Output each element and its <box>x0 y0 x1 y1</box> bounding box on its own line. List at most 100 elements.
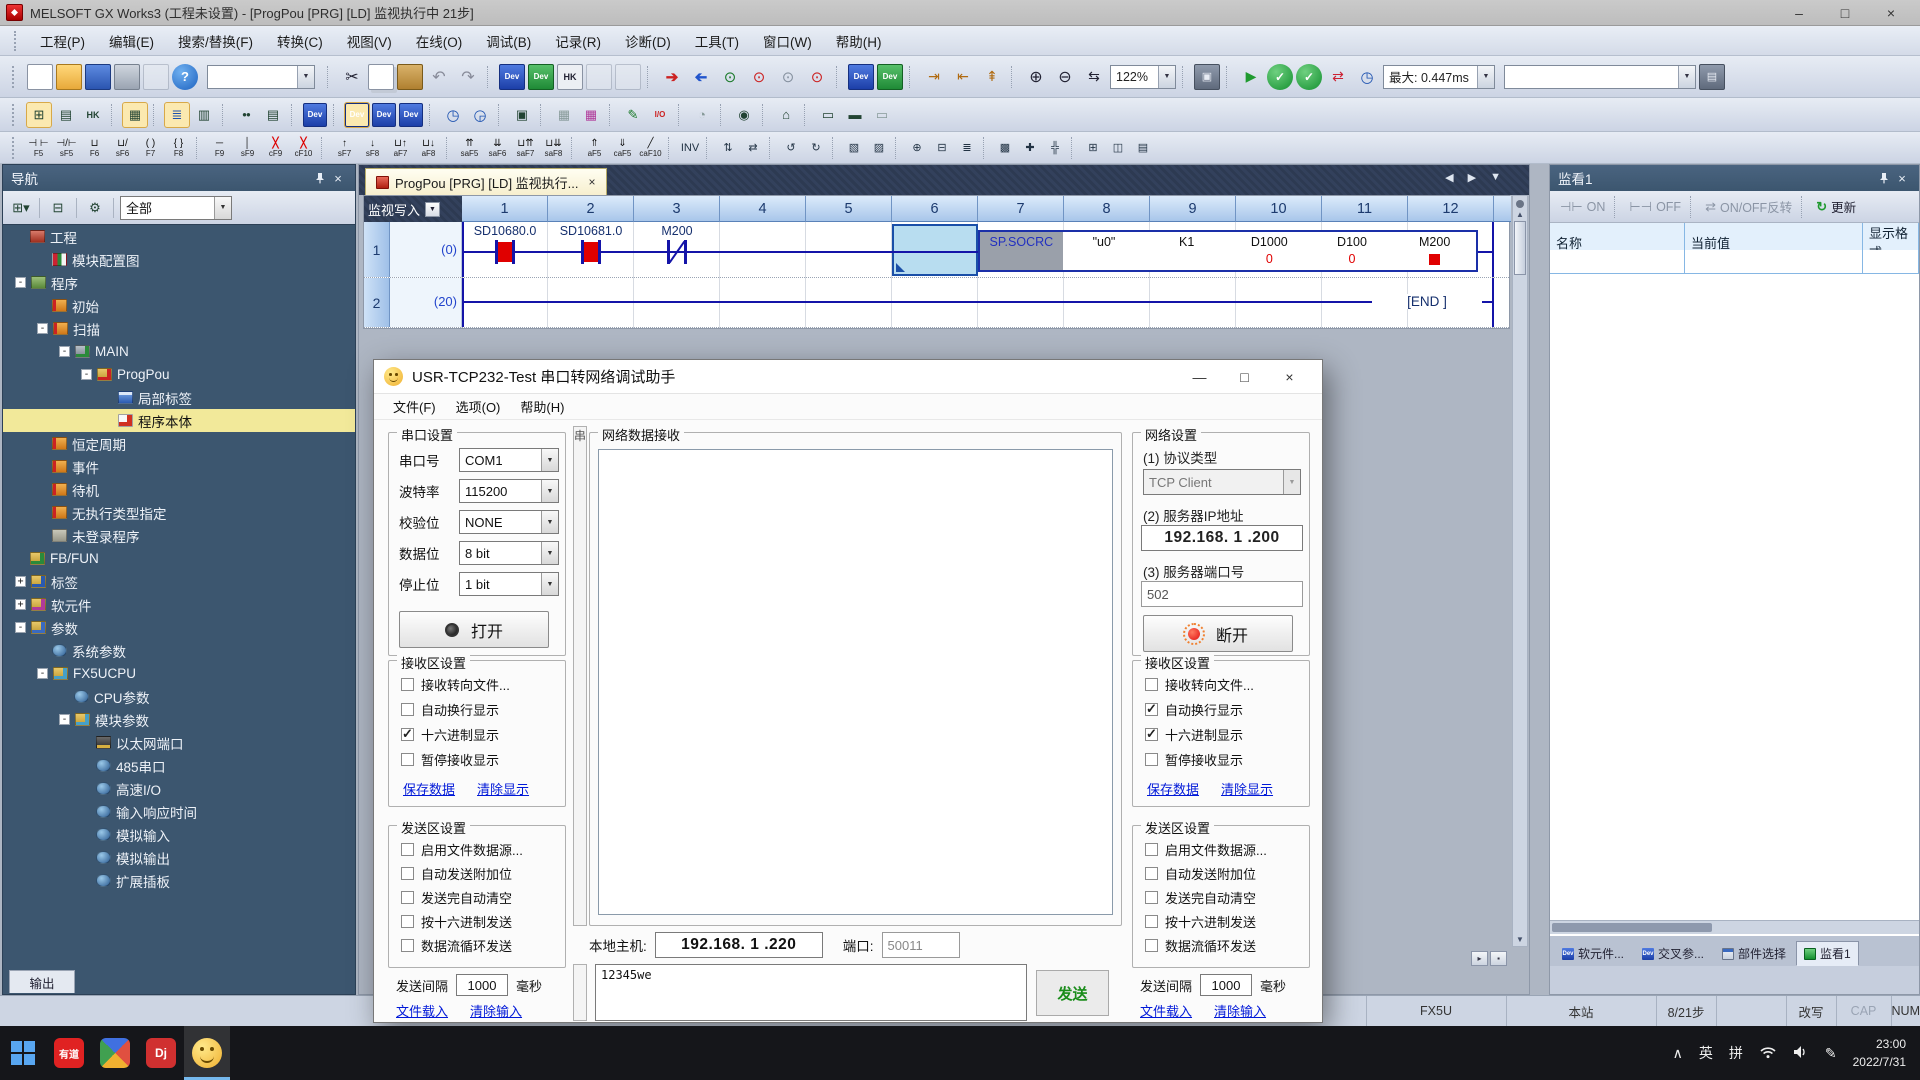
pen-icon[interactable]: ✎ <box>1825 1045 1837 1062</box>
ladder-tool-icon[interactable]: ⊕ <box>905 136 929 160</box>
checkbox-row[interactable]: 十六进制显示 <box>401 723 577 745</box>
scroll-up-icon[interactable]: ▲ <box>1513 210 1527 219</box>
watch-tool-button[interactable]: ⊣⊢ ON <box>1556 195 1609 219</box>
checkbox-row[interactable]: 发送完自动清空 <box>401 886 577 908</box>
ladder-tool-icon[interactable]: ◫ <box>1106 136 1130 160</box>
checkbox-icon[interactable] <box>1145 939 1158 952</box>
ladder-tool-icon[interactable]: ▨ <box>867 136 891 160</box>
tree-item[interactable]: 局部标签 <box>3 386 355 409</box>
find-window-icon[interactable]: ▤ <box>261 103 285 127</box>
tree-item[interactable]: - 参数 <box>3 616 355 639</box>
tab-scroll-right-icon[interactable]: ▶ <box>1468 171 1476 184</box>
send-button[interactable]: 发送 <box>1036 970 1109 1016</box>
expand-icon[interactable]: + <box>15 576 26 587</box>
ladder-key-button[interactable]: ⊔↓ aF8 <box>415 134 442 161</box>
checkbox-icon[interactable] <box>1145 891 1158 904</box>
server-ip-input[interactable]: 192.168. 1 .200 <box>1141 525 1303 551</box>
expand-icon[interactable]: - <box>81 369 92 380</box>
jump-back-icon[interactable]: ⇤ <box>950 64 976 90</box>
ladder-key-button[interactable]: ⊣/⊢ sF5 <box>53 134 80 161</box>
tree-item[interactable]: 模块配置图 <box>3 248 355 271</box>
expand-icon[interactable]: - <box>37 668 48 679</box>
checkbox-row[interactable]: 自动发送附加位 <box>401 862 577 884</box>
prev-window-button[interactable]: ▸ <box>1471 951 1488 966</box>
photos-app-icon[interactable] <box>92 1026 138 1080</box>
page-copy-icon[interactable] <box>586 64 612 90</box>
ladder-tool-icon[interactable]: ⊞ <box>1081 136 1105 160</box>
ladder-key-button[interactable]: ╳ cF10 <box>290 134 317 161</box>
serial-combo[interactable]: 8 bit ▼ <box>459 541 559 565</box>
checkbox-icon[interactable] <box>1145 753 1158 766</box>
instruction-block[interactable]: SP.SOCRC "u0" K1 D1000 <box>978 230 1478 272</box>
device-batch-icon[interactable]: Dev <box>877 64 903 90</box>
menu-item[interactable]: 工具(T) <box>683 27 751 55</box>
tree-item[interactable]: 高速I/O <box>3 777 355 800</box>
ladder-key-button[interactable]: ( ) F7 <box>137 134 164 161</box>
checkbox-row[interactable]: 自动换行显示 <box>401 698 577 720</box>
ladder-tool-icon[interactable]: ▤ <box>1131 136 1155 160</box>
ladder-tool-icon[interactable]: ✚ <box>1018 136 1042 160</box>
checkbox-row[interactable]: 启用文件数据源... <box>401 838 577 860</box>
minimize-button[interactable]: – <box>1776 1 1822 25</box>
menu-item[interactable]: 窗口(W) <box>751 27 824 55</box>
ladder-row-2[interactable]: 2 (20) [END ] <box>364 278 1509 328</box>
device-read-icon[interactable]: Dev <box>528 64 554 90</box>
print-icon[interactable] <box>114 64 140 90</box>
serial-combo[interactable]: 115200 ▼ <box>459 479 559 503</box>
dialog-menu-item[interactable]: 帮助(H) <box>511 397 573 416</box>
scrollbar-thumb[interactable] <box>1552 923 1712 932</box>
ladder-key-button[interactable]: ⇓ caF5 <box>609 134 636 161</box>
ladder-key-button[interactable]: ─ F9 <box>206 134 233 161</box>
disconnect-button[interactable]: 断开 <box>1143 615 1293 652</box>
instruction-cell[interactable]: K1 <box>1145 232 1228 270</box>
transfer-icon[interactable]: ⇄ <box>1325 64 1351 90</box>
device-monitor-icon[interactable]: Dev <box>303 103 327 127</box>
save-icon[interactable] <box>85 64 111 90</box>
checkbox-row[interactable]: 启用文件数据源... <box>1145 838 1321 860</box>
menu-item[interactable]: 转换(C) <box>265 27 335 55</box>
interval-input[interactable]: 1000 <box>456 974 508 996</box>
paste-icon[interactable] <box>397 64 423 90</box>
redo-icon[interactable]: ↷ <box>455 64 481 90</box>
checkbox-row[interactable]: 数据流循环发送 <box>401 934 577 956</box>
chevron-down-icon[interactable]: ▼ <box>541 573 558 595</box>
close-button[interactable]: × <box>1868 1 1914 25</box>
verify-icon[interactable]: ⊙ <box>717 64 743 90</box>
monitor-mode-icon[interactable]: ▣ <box>1194 64 1220 90</box>
device-buffer-icon[interactable]: Dev <box>399 103 423 127</box>
scan-time-icon[interactable]: ◷ <box>1354 64 1380 90</box>
split-window-button[interactable]: ▪ <box>1490 951 1507 966</box>
scroll-down-icon[interactable]: ▼ <box>1513 935 1527 944</box>
checkbox-icon[interactable] <box>401 843 414 856</box>
tree-item[interactable]: 系统参数 <box>3 639 355 662</box>
window-icon[interactable]: ▤ <box>1699 64 1725 90</box>
checkbox-icon[interactable] <box>401 753 414 766</box>
checkbox-icon[interactable] <box>1145 867 1158 880</box>
checkbox-icon[interactable] <box>401 915 414 928</box>
find-icon[interactable]: ●● <box>234 103 258 127</box>
dialog-menu-item[interactable]: 文件(F) <box>384 397 445 416</box>
menu-item[interactable]: 视图(V) <box>335 27 404 55</box>
device-comment-icon[interactable]: HK <box>557 64 583 90</box>
checkbox-icon[interactable] <box>401 728 414 741</box>
checkbox-row[interactable]: 自动发送附加位 <box>1145 862 1321 884</box>
checkbox-row[interactable]: 按十六进制发送 <box>401 910 577 932</box>
pin-icon[interactable] <box>311 169 329 187</box>
help-icon[interactable]: ? <box>172 64 198 90</box>
expand-icon[interactable]: - <box>59 346 70 357</box>
menu-item[interactable]: 在线(O) <box>404 27 475 55</box>
gear-icon[interactable]: ⚙ <box>83 196 107 220</box>
zoom-fit-icon[interactable]: ⇆ <box>1081 64 1107 90</box>
close-icon[interactable]: × <box>1893 169 1911 187</box>
ladder-tool-icon[interactable]: ▧ <box>842 136 866 160</box>
chevron-down-icon[interactable]: ▼ <box>297 66 314 88</box>
document-tab[interactable]: ProgPou [PRG] [LD] 监视执行... × <box>365 168 607 195</box>
checkbox-row[interactable]: 发送完自动清空 <box>1145 886 1321 908</box>
checkbox-icon[interactable] <box>1145 703 1158 716</box>
new-project-icon[interactable] <box>27 64 53 90</box>
chevron-down-icon[interactable]: ▼ <box>541 511 558 533</box>
ladder-tool-icon[interactable]: ⊟ <box>930 136 954 160</box>
ladder-key-button[interactable]: ╱ caF10 <box>637 134 664 161</box>
read-from-plc-icon[interactable]: ➔ <box>688 64 714 90</box>
tree-item[interactable]: CPU参数 <box>3 685 355 708</box>
